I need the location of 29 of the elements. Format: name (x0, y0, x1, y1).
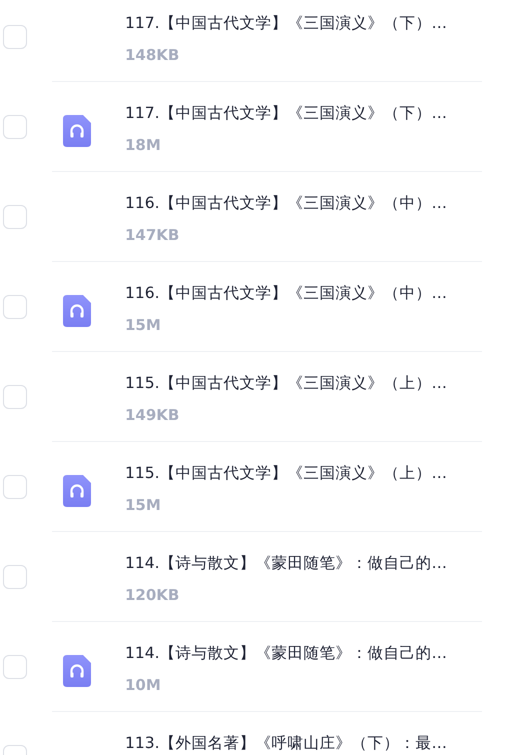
file-name: 113.【外国名著】《呼啸山庄》（下）：最… (125, 732, 448, 754)
file-size: 120KB (125, 584, 180, 604)
checkbox[interactable] (3, 475, 27, 499)
checkbox[interactable] (3, 205, 27, 229)
audio-file-icon (63, 654, 91, 686)
file-name: 117.【中国古代文学】《三国演义》（下）… (125, 12, 448, 34)
checkbox[interactable] (3, 565, 27, 589)
file-size: 147KB (125, 224, 180, 244)
audio-file-icon (63, 474, 91, 506)
checkbox[interactable] (3, 115, 27, 139)
file-name: 115.【中国古代文学】《三国演义》（上）… (125, 462, 448, 484)
checkbox[interactable] (3, 385, 27, 409)
audio-file-icon (63, 294, 91, 326)
file-name: 114.【诗与散文】《蒙田随笔》：做自己的… (125, 552, 448, 574)
file-size: 18M (125, 134, 162, 154)
audio-file-icon (63, 114, 91, 146)
checkbox[interactable] (3, 295, 27, 319)
file-name: 115.【中国古代文学】《三国演义》（上）… (125, 372, 448, 394)
file-name: 116.【中国古代文学】《三国演义》（中）… (125, 282, 448, 304)
file-size: 148KB (125, 44, 180, 64)
file-name: 116.【中国古代文学】《三国演义》（中）… (125, 192, 448, 214)
file-name: 114.【诗与散文】《蒙田随笔》：做自己的… (125, 642, 448, 664)
file-size: 10M (125, 674, 162, 694)
file-size: 15M (125, 494, 162, 514)
checkbox[interactable] (3, 25, 27, 49)
checkbox[interactable] (3, 655, 27, 679)
file-size: 15M (125, 314, 162, 334)
file-size: 149KB (125, 404, 180, 424)
file-name: 117.【中国古代文学】《三国演义》（下）… (125, 102, 448, 124)
